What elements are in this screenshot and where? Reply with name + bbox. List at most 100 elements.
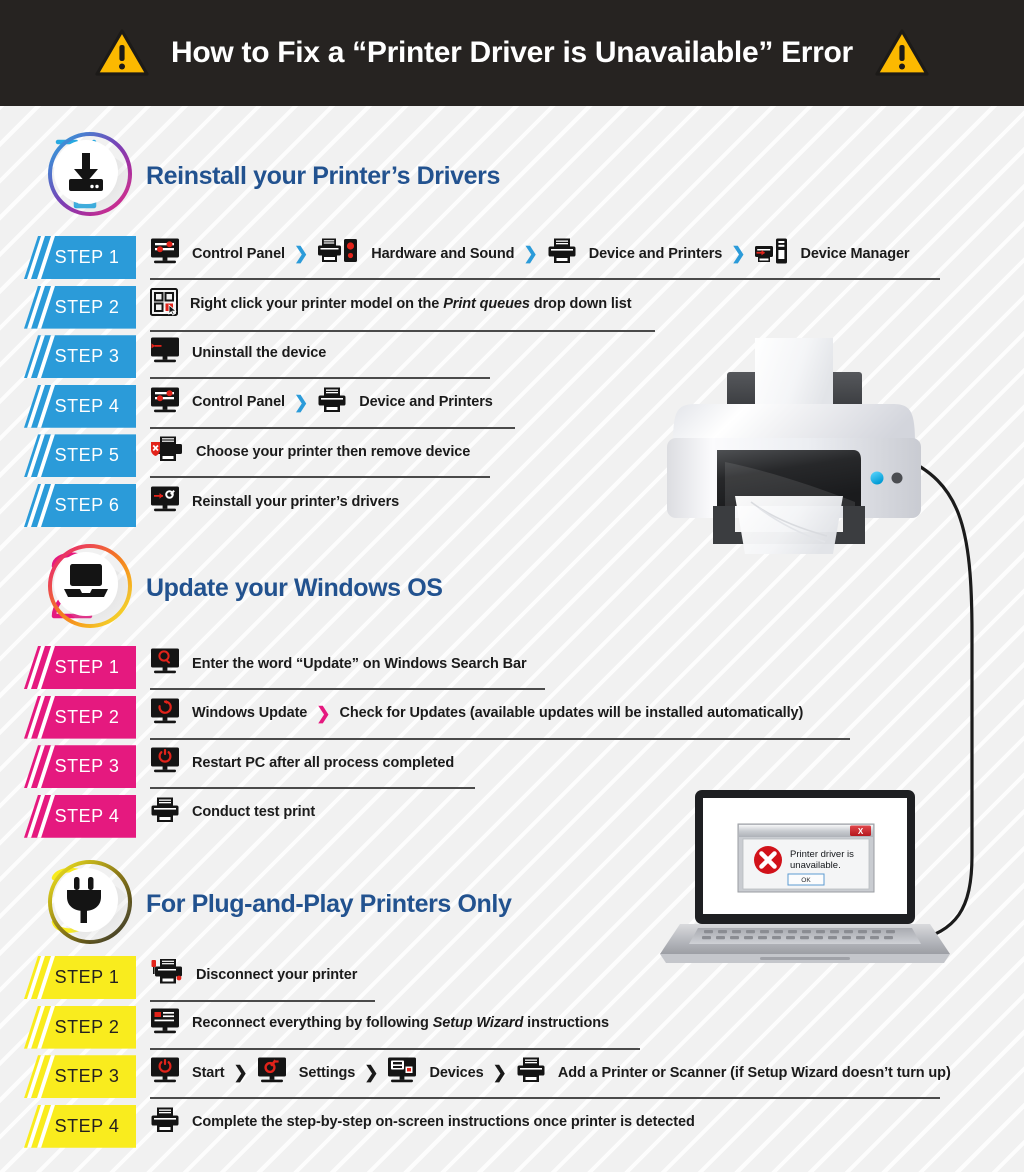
step-text: Control Panel xyxy=(192,394,285,411)
printer-disconnect-icon xyxy=(150,958,184,991)
header-banner: How to Fix a “Printer Driver is Unavaila… xyxy=(0,0,1024,106)
step-text: Control Panel xyxy=(192,245,285,262)
step-row: STEP 4 Conduct test print xyxy=(24,794,315,838)
page-title: How to Fix a “Printer Driver is Unavaila… xyxy=(171,36,853,69)
laptop-icon xyxy=(61,559,111,609)
monitor-power-icon xyxy=(150,1057,180,1088)
step-divider xyxy=(150,1097,940,1100)
step-row: STEP 2 Reconnect everything by following … xyxy=(24,1005,640,1050)
step-body: Right click your printer model on the Pr… xyxy=(150,286,655,332)
step-text: Device and Printers xyxy=(359,394,493,411)
step-body: Disconnect your printer xyxy=(150,956,375,1002)
step-body: Uninstall the device xyxy=(150,335,490,380)
step-divider xyxy=(150,1000,375,1002)
step-text: Device Manager xyxy=(800,245,910,262)
step-text: Restart PC after all process completed xyxy=(192,754,455,771)
step-body: Control Panel ❯ Hardware and Sound ❯ Device … xyxy=(150,236,940,280)
step-divider xyxy=(150,278,940,280)
svg-text:unavailable.: unavailable. xyxy=(790,860,841,871)
step-body: Restart PC after all process completed xyxy=(150,745,475,790)
section-number-badge xyxy=(24,128,142,224)
download-icon xyxy=(61,147,111,197)
step-row: STEP 1 Control Panel ❯ Hardware and Sound ❯ D… xyxy=(24,236,940,280)
step-badge: STEP 2 xyxy=(24,285,136,329)
step-divider xyxy=(150,787,475,790)
step-text: Complete the step-by-step on-screen inst… xyxy=(192,1114,695,1131)
step-badge-label: STEP 3 xyxy=(54,346,120,367)
chevron-right-icon: ❯ xyxy=(293,244,309,263)
step-row: STEP 1 Enter the word “Update” on Windows… xyxy=(24,646,545,690)
step-body: Reconnect everything by following Setup … xyxy=(150,1006,640,1050)
step-badge: STEP 4 xyxy=(24,794,136,838)
step-body: Control Panel ❯ Device and Printers xyxy=(150,385,515,429)
step-badge-label: STEP 1 xyxy=(54,247,120,267)
monitor-devices-icon xyxy=(387,1057,417,1088)
step-text: Reconnect everything by following Setup … xyxy=(192,1015,609,1032)
step-row: STEP 6 Reinstall your printer’s drivers xyxy=(24,484,399,527)
step-body: Reinstall your printer’s drivers xyxy=(150,484,399,517)
monitor-driver-icon xyxy=(150,486,180,517)
step-row: STEP 3 Uninstall the device xyxy=(24,335,490,380)
step-text: Uninstall the device xyxy=(192,344,327,361)
step-divider xyxy=(150,476,490,479)
step-badge: STEP 1 xyxy=(24,236,136,279)
step-badge-label: STEP 1 xyxy=(54,657,120,677)
chevron-right-icon: ❯ xyxy=(233,1063,248,1083)
step-divider xyxy=(150,737,850,740)
step-divider xyxy=(150,688,545,690)
section-title: For Plug-and-Play Printers Only xyxy=(146,889,512,918)
step-text: Right click your printer model on the Pr… xyxy=(190,296,632,313)
step-badge: STEP 4 xyxy=(24,1104,136,1148)
monitor-power-icon xyxy=(150,747,180,778)
section-header-1: Reinstall your Printer’s Drivers xyxy=(24,128,500,224)
chevron-right-icon: ❯ xyxy=(731,244,746,263)
step-badge: STEP 1 xyxy=(24,646,136,689)
step-text: Start xyxy=(192,1064,225,1081)
step-badge-label: STEP 3 xyxy=(54,756,120,777)
step-badge: STEP 3 xyxy=(24,335,136,379)
step-divider xyxy=(150,426,515,429)
chevron-right-icon: ❯ xyxy=(492,1063,507,1083)
step-badge-label: STEP 4 xyxy=(54,1115,120,1136)
monitor-uninstall-icon xyxy=(150,337,180,368)
step-divider xyxy=(150,377,490,380)
step-divider xyxy=(150,1047,640,1050)
step-badge-label: STEP 2 xyxy=(54,1016,120,1037)
step-badge: STEP 6 xyxy=(24,484,136,527)
section-header-3: For Plug-and-Play Printers Only xyxy=(24,856,512,952)
monitor-wizard-icon xyxy=(150,1008,180,1039)
step-badge-label: STEP 2 xyxy=(54,296,120,317)
step-text: Enter the word “Update” on Windows Searc… xyxy=(192,655,527,672)
step-badge-label: STEP 4 xyxy=(54,395,120,416)
step-badge: STEP 1 xyxy=(24,956,136,999)
power-plug-icon xyxy=(61,875,111,925)
step-text: Settings xyxy=(298,1064,356,1081)
step-body: Complete the step-by-step on-screen inst… xyxy=(150,1105,695,1138)
monitor-settings-icon xyxy=(150,387,180,418)
step-row: STEP 5 Choose your printer then remove de… xyxy=(24,434,490,479)
section-title: Reinstall your Printer’s Drivers xyxy=(146,161,501,190)
step-body: Choose your printer then remove device xyxy=(150,434,490,479)
section-header-2: Update your Windows OS xyxy=(24,540,443,636)
section-number-badge xyxy=(24,540,142,636)
monitor-refresh-icon xyxy=(150,698,180,729)
chevron-right-icon: ❯ xyxy=(523,244,538,263)
warning-triangle-icon xyxy=(875,29,929,76)
section-title: Update your Windows OS xyxy=(146,573,443,602)
step-badge: STEP 3 xyxy=(24,745,136,789)
chevron-right-icon: ❯ xyxy=(316,703,331,723)
step-text: Add a Printer or Scanner (if Setup Wizar… xyxy=(557,1064,951,1081)
step-row: STEP 3 Start ❯ Settings ❯ Devices ❯ Add a Print… xyxy=(24,1055,951,1100)
grid-cursor-icon xyxy=(150,287,178,321)
step-text: Windows Update xyxy=(192,705,308,722)
printer-icon xyxy=(547,238,577,269)
step-badge-label: STEP 1 xyxy=(54,967,120,987)
printer-icon xyxy=(516,1057,546,1088)
step-row: STEP 1 Disconnect your printer xyxy=(24,956,375,1002)
step-badge-label: STEP 6 xyxy=(54,495,120,515)
laptop-illustration: X Printer driver is unavailable. OK xyxy=(660,790,950,963)
step-text: Reinstall your printer’s drivers xyxy=(192,493,400,510)
step-text: Device and Printers xyxy=(588,245,723,262)
step-body: Start ❯ Settings ❯ Devices ❯ Add a Printer or … xyxy=(150,1055,951,1100)
step-text: Choose your printer then remove device xyxy=(196,443,471,460)
